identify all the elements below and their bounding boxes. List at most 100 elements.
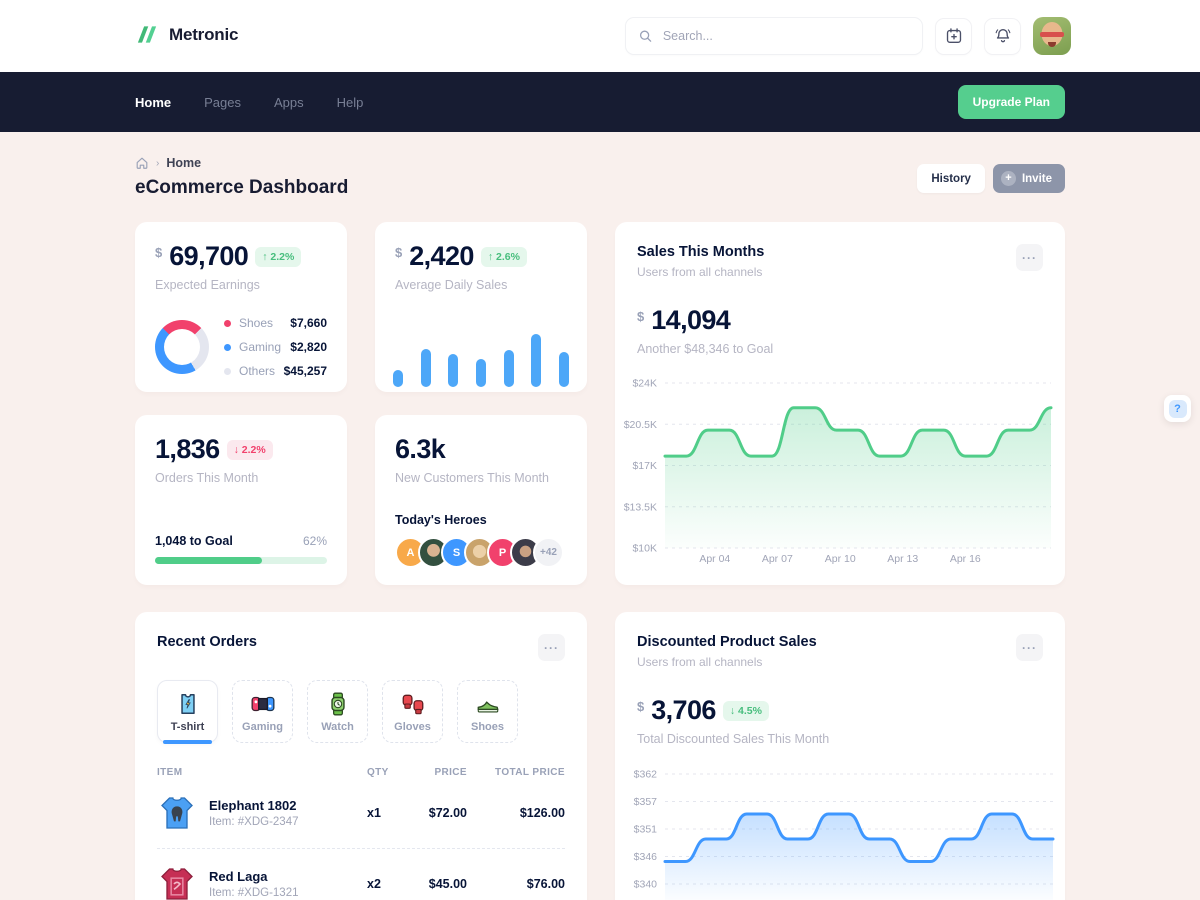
main-navbar: Home Pages Apps Help Upgrade Plan bbox=[0, 72, 1200, 132]
average-daily-sales-card: $ 2,420 ↑ 2.6% Average Daily Sales bbox=[375, 222, 587, 392]
discounted-label: Total Discounted Sales This Month bbox=[637, 732, 1043, 746]
daily-sales-bar-chart bbox=[393, 331, 569, 387]
tshirt-icon bbox=[175, 691, 201, 717]
svg-text:Apr 04: Apr 04 bbox=[699, 553, 730, 565]
goal-label: 1,048 to Goal bbox=[155, 534, 233, 548]
daily-sales-value: 2,420 bbox=[409, 242, 474, 270]
history-button[interactable]: History bbox=[917, 164, 985, 193]
tab-label: Gloves bbox=[394, 721, 431, 733]
delta-value: 2.2% bbox=[270, 251, 294, 263]
expected-earnings-label: Expected Earnings bbox=[155, 278, 327, 292]
shoes-icon bbox=[475, 691, 501, 717]
sales-line-chart: $24K$20.5K$17K$13.5K$10KApr 04Apr 07Apr … bbox=[615, 372, 1065, 582]
user-avatar[interactable] bbox=[1033, 17, 1071, 55]
recent-orders-card: Recent Orders ··· T-shirt Gaming bbox=[135, 612, 587, 900]
legend-name: Gaming bbox=[239, 340, 290, 354]
goal-row: 1,048 to Goal 62% bbox=[155, 534, 327, 548]
cell-total: $76.00 bbox=[467, 877, 565, 891]
card-menu-button[interactable]: ··· bbox=[1016, 634, 1043, 661]
category-tabs: T-shirt Gaming Watch bbox=[157, 680, 565, 743]
customers-label: New Customers This Month bbox=[395, 471, 567, 485]
svg-text:Apr 10: Apr 10 bbox=[825, 553, 856, 565]
svg-text:$357: $357 bbox=[634, 796, 658, 808]
search-box[interactable] bbox=[625, 17, 923, 55]
legend-name: Others bbox=[239, 364, 284, 378]
legend-row-shoes: Shoes $7,660 bbox=[224, 316, 327, 330]
orders-table-header: ITEM QTY PRICE TOTAL PRICE bbox=[157, 767, 565, 778]
tab-shoes[interactable]: Shoes bbox=[457, 680, 518, 743]
currency-sign: $ bbox=[637, 309, 644, 324]
nav-items: Home Pages Apps Help bbox=[135, 72, 363, 132]
delta-value: 4.5% bbox=[738, 705, 762, 717]
svg-text:$24K: $24K bbox=[632, 378, 657, 390]
daily-sales-stat: $ 2,420 ↑ 2.6% bbox=[395, 242, 567, 270]
brand-logo[interactable]: Metronic bbox=[135, 22, 238, 47]
svg-text:$20.5K: $20.5K bbox=[624, 419, 657, 431]
legend-dot bbox=[224, 344, 231, 351]
brand-name: Metronic bbox=[169, 25, 238, 45]
nav-item-help[interactable]: Help bbox=[337, 95, 364, 110]
svg-text:Apr 07: Apr 07 bbox=[762, 553, 793, 565]
notifications-button[interactable] bbox=[984, 18, 1021, 55]
nav-item-apps[interactable]: Apps bbox=[274, 95, 304, 110]
hero-avatar-more[interactable]: +42 bbox=[533, 537, 564, 568]
tab-gaming[interactable]: Gaming bbox=[232, 680, 293, 743]
earnings-legend: Shoes $7,660 Gaming $2,820 Others $45,25… bbox=[224, 316, 327, 378]
item-name[interactable]: Elephant 1802 bbox=[209, 798, 298, 813]
tab-tshirt[interactable]: T-shirt bbox=[157, 680, 218, 743]
invite-button[interactable]: + Invite bbox=[993, 164, 1065, 193]
page-title: eCommerce Dashboard bbox=[135, 177, 348, 199]
table-row: Red Laga Item: #XDG-1321 x2 $45.00 $76.0… bbox=[157, 864, 565, 900]
svg-text:Apr 13: Apr 13 bbox=[887, 553, 918, 565]
orders-this-month-card: 1,836 ↓ 2.2% Orders This Month 1,048 to … bbox=[135, 415, 347, 585]
legend-dot bbox=[224, 320, 231, 327]
orders-label: Orders This Month bbox=[155, 471, 327, 485]
topbar: Metronic bbox=[0, 0, 1200, 72]
card-title: Recent Orders bbox=[157, 634, 257, 650]
card-header: Sales This Months Users from all channel… bbox=[637, 244, 1043, 279]
blue-tshirt-thumbnail bbox=[157, 793, 197, 833]
question-mark-icon: ? bbox=[1169, 400, 1187, 418]
delta-badge: ↓ 4.5% bbox=[723, 701, 769, 721]
nav-item-home[interactable]: Home bbox=[135, 95, 171, 110]
daily-sales-label: Average Daily Sales bbox=[395, 278, 567, 292]
cell-qty: x2 bbox=[347, 877, 397, 891]
watch-icon bbox=[325, 691, 351, 717]
sales-value: 14,094 bbox=[651, 306, 730, 334]
avatar-mouth bbox=[1048, 42, 1056, 47]
card-menu-button[interactable]: ··· bbox=[1016, 244, 1043, 271]
item-name[interactable]: Red Laga bbox=[209, 869, 298, 884]
svg-text:Apr 16: Apr 16 bbox=[950, 553, 981, 565]
cell-price: $45.00 bbox=[397, 877, 467, 891]
delta-badge: ↑ 2.6% bbox=[481, 247, 527, 267]
calendar-add-button[interactable] bbox=[935, 18, 972, 55]
red-tshirt-thumbnail bbox=[157, 864, 197, 900]
svg-text:$346: $346 bbox=[634, 851, 658, 863]
home-icon[interactable] bbox=[135, 156, 149, 170]
new-customers-card: 6.3k New Customers This Month Today's He… bbox=[375, 415, 587, 585]
svg-text:$17K: $17K bbox=[632, 460, 657, 472]
tab-gloves[interactable]: Gloves bbox=[382, 680, 443, 743]
expected-earnings-card: $ 69,700 ↑ 2.2% Expected Earnings Shoes … bbox=[135, 222, 347, 392]
legend-row-others: Others $45,257 bbox=[224, 364, 327, 378]
metronic-logo-icon bbox=[135, 22, 160, 47]
card-header: Discounted Product Sales Users from all … bbox=[637, 634, 1043, 669]
search-input[interactable] bbox=[661, 28, 909, 44]
upgrade-plan-button[interactable]: Upgrade Plan bbox=[958, 85, 1065, 119]
svg-text:$10K: $10K bbox=[632, 543, 657, 555]
tab-watch[interactable]: Watch bbox=[307, 680, 368, 743]
card-subtitle: Users from all channels bbox=[637, 655, 817, 669]
customers-value: 6.3k bbox=[395, 435, 445, 463]
breadcrumb-home[interactable]: Home bbox=[166, 156, 201, 170]
help-floating-button[interactable]: ? bbox=[1164, 395, 1191, 422]
plus-icon: + bbox=[1001, 171, 1016, 186]
legend-value: $45,257 bbox=[284, 364, 327, 378]
expected-earnings-stat: $ 69,700 ↑ 2.2% bbox=[155, 242, 327, 270]
earnings-breakdown: Shoes $7,660 Gaming $2,820 Others $45,25… bbox=[155, 316, 327, 378]
orders-value: 1,836 bbox=[155, 435, 220, 463]
card-menu-button[interactable]: ··· bbox=[538, 634, 565, 661]
column-total: TOTAL PRICE bbox=[467, 767, 565, 778]
gloves-icon bbox=[400, 691, 426, 717]
item-cell: Elephant 1802 Item: #XDG-2347 bbox=[157, 793, 347, 833]
nav-item-pages[interactable]: Pages bbox=[204, 95, 241, 110]
